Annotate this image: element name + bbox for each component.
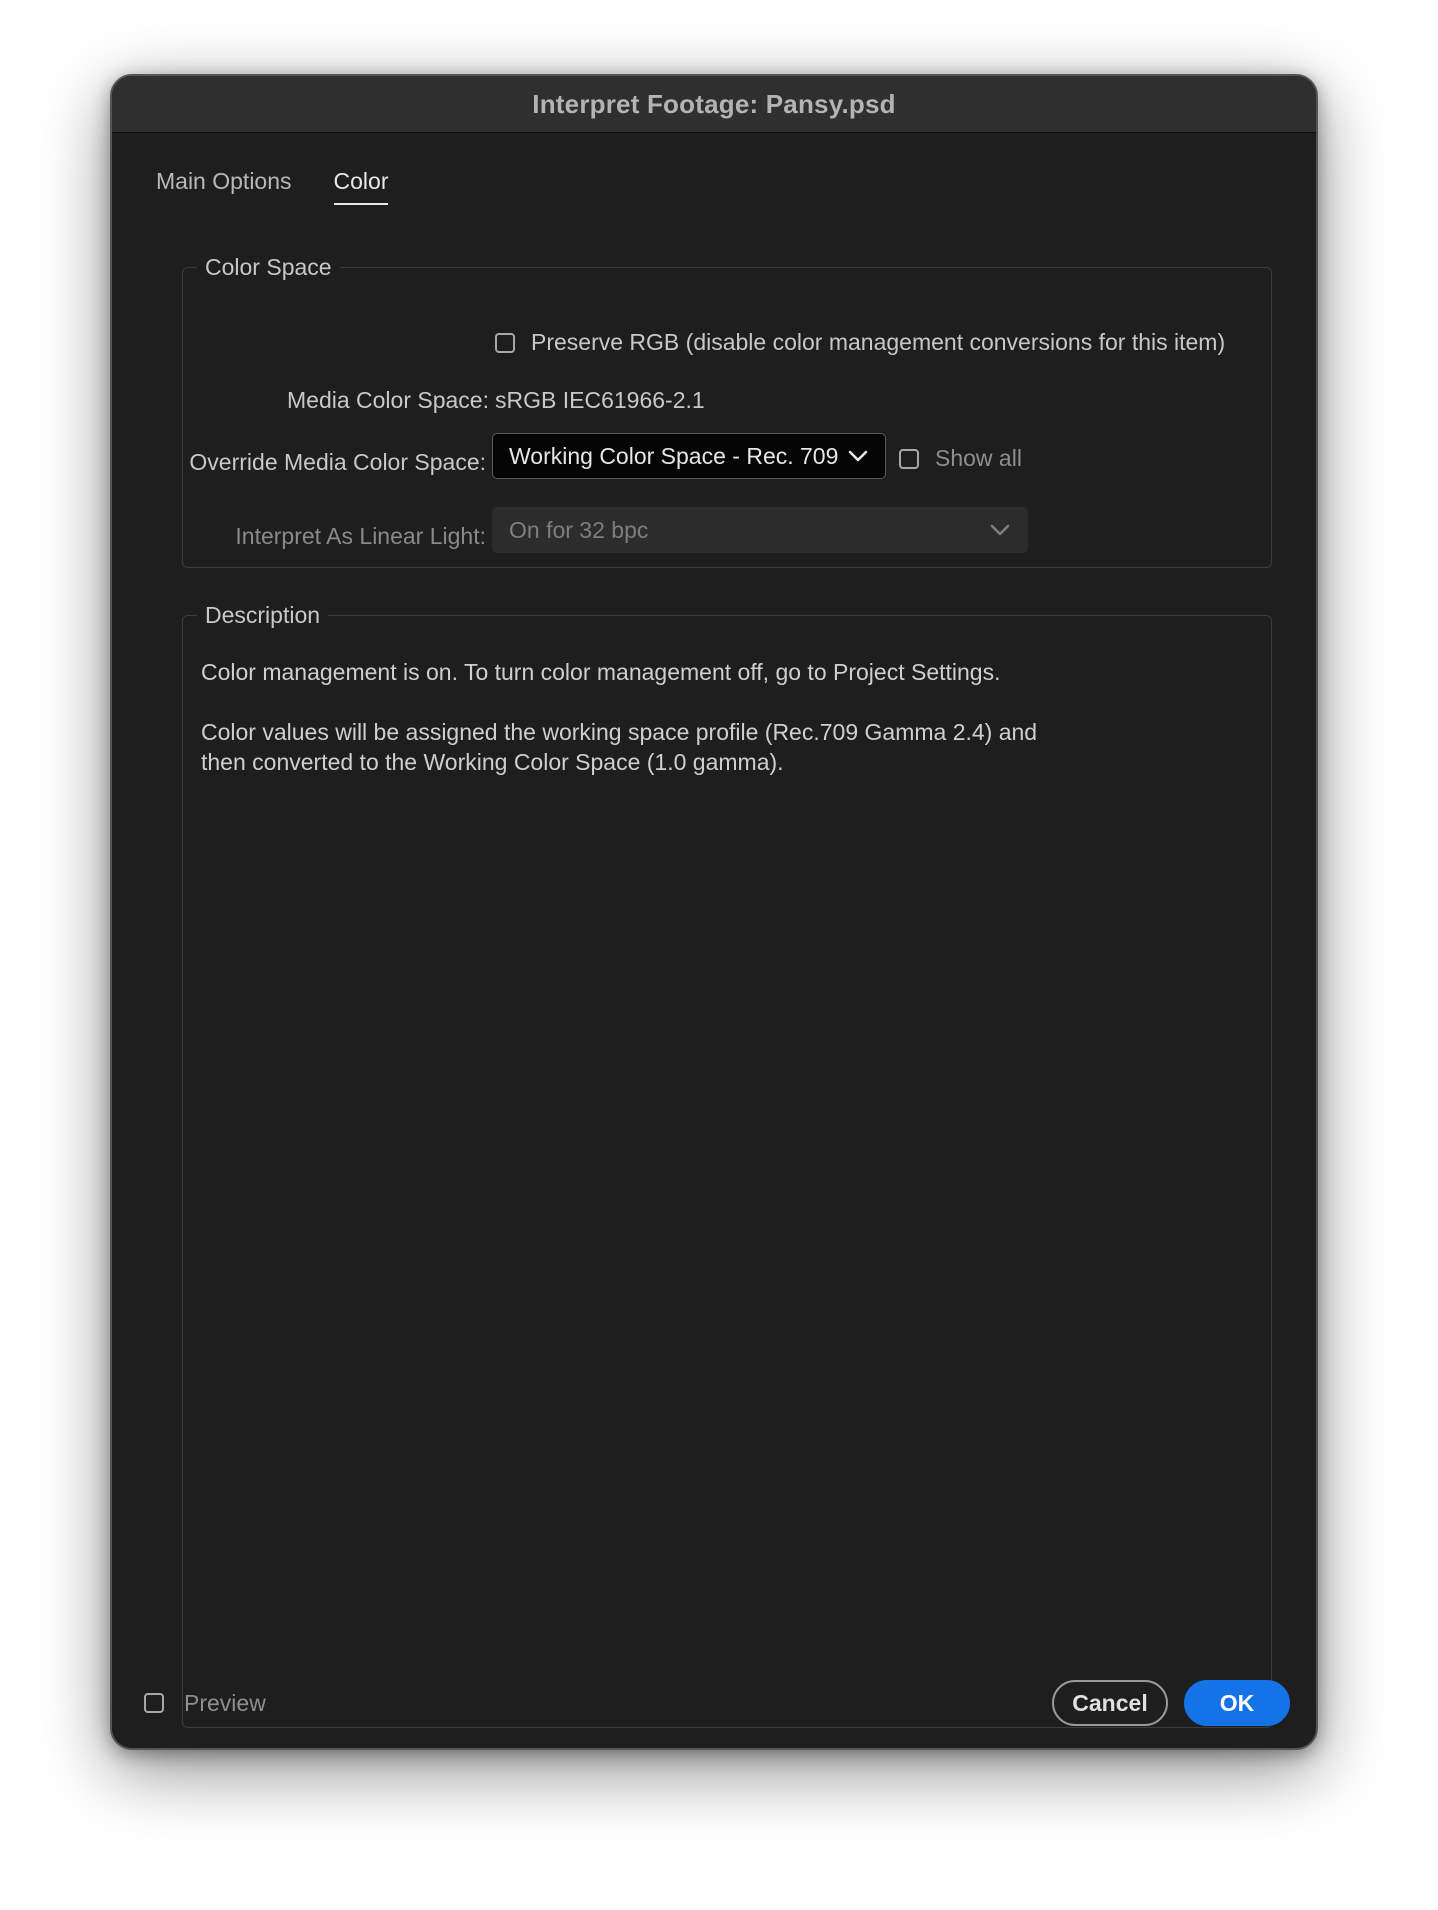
override-media-color-space-value: Working Color Space - Rec. 709 [509,442,839,469]
color-space-group: Color Space Preserve RGB (disable color … [182,254,1272,568]
preserve-rgb-label: Preserve RGB (disable color management c… [531,329,1226,355]
ok-button[interactable]: OK [1184,1680,1290,1726]
interpret-footage-dialog: Interpret Footage: Pansy.psd Main Option… [110,74,1318,1750]
chevron-down-icon [848,450,868,462]
description-group: Description Color management is on. To t… [182,602,1272,1728]
cancel-button[interactable]: Cancel [1052,1680,1168,1726]
preview-label: Preview [184,1689,266,1716]
dialog-title: Interpret Footage: Pansy.psd [532,88,896,119]
description-legend: Description [205,602,321,628]
tab-main-options[interactable]: Main Options [156,168,292,205]
tab-bar: Main Options Color [156,168,389,205]
show-all-row: Show all [899,445,1022,472]
preserve-rgb-row: Preserve RGB (disable color management c… [495,329,1225,356]
interpret-as-linear-light-value: On for 32 bpc [509,516,649,543]
interpret-as-linear-light-label: Interpret As Linear Light: [235,523,486,549]
color-space-legend: Color Space [205,254,332,280]
override-media-color-space-label: Override Media Color Space: [189,449,486,475]
preview-checkbox[interactable] [144,1693,164,1713]
show-all-label: Show all [935,445,1022,471]
media-color-space-label: Media Color Space: [287,387,489,413]
description-line-3: then converted to the Working Color Spac… [201,749,784,775]
interpret-as-linear-light-dropdown[interactable]: On for 32 bpc [492,507,1028,553]
preview-row: Preview [144,1680,266,1726]
title-bar[interactable]: Interpret Footage: Pansy.psd [112,76,1316,133]
show-all-checkbox[interactable] [899,448,919,469]
preserve-rgb-checkbox[interactable] [495,332,515,353]
media-color-space-value: sRGB IEC61966-2.1 [495,387,705,413]
description-line-1: Color management is on. To turn color ma… [201,659,1001,685]
tab-color[interactable]: Color [333,168,389,205]
description-line-2: Color values will be assigned the workin… [201,719,1038,745]
override-media-color-space-dropdown[interactable]: Working Color Space - Rec. 709 [492,433,886,479]
chevron-down-icon [990,524,1010,536]
